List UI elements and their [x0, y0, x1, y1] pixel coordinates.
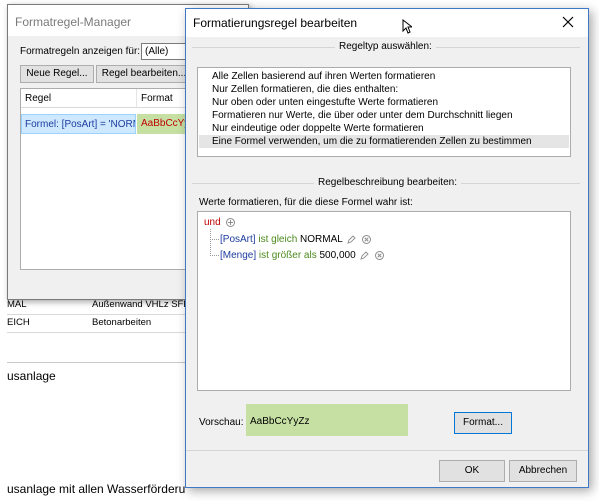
column-header-rule[interactable]: Regel	[25, 93, 51, 104]
cursor-icon	[402, 19, 412, 34]
rule-type-item[interactable]: Nur oben oder unten eingestufte Werte fo…	[199, 96, 569, 109]
edit-pencil-icon[interactable]	[360, 251, 370, 260]
row-code: EICH	[7, 317, 30, 328]
condition-row: [Menge] ist größer als 500,000	[220, 250, 385, 261]
format-button[interactable]: Format...	[454, 412, 512, 434]
condition-root-and[interactable]: und	[204, 217, 221, 228]
rule-formula: Formel: [PosArt] = 'NORM	[25, 119, 136, 130]
section-divider	[7, 362, 185, 363]
rule-type-item[interactable]: Formatieren nur Werte, die über oder unt…	[199, 109, 569, 122]
edit-pencil-icon[interactable]	[347, 235, 356, 244]
section-heading: usanlage	[7, 369, 56, 383]
condition-value[interactable]: 500,000	[320, 250, 356, 261]
rule-type-item-selected[interactable]: Eine Formel verwenden, um die zu formati…	[199, 135, 569, 148]
format-preview: AaBbCcYy	[141, 118, 190, 129]
rule-type-item[interactable]: Nur Zellen formatieren, die dies enthalt…	[199, 83, 569, 96]
dialog-title: Formatierungsregel bearbeiten	[193, 16, 358, 30]
rule-type-list: Alle Zellen basierend auf ihren Werten f…	[197, 67, 571, 157]
remove-condition-icon[interactable]	[362, 234, 372, 244]
close-icon[interactable]	[561, 15, 575, 29]
edit-rule-button[interactable]: Regel bearbeiten...	[96, 65, 192, 83]
cancel-button[interactable]: Abbrechen	[509, 460, 577, 482]
new-rule-button[interactable]: Neue Regel...	[20, 65, 94, 83]
condition-editor[interactable]: und [PosArt] ist gleich NORMAL [Menge] i…	[197, 211, 571, 391]
show-rules-value: (Alle)	[145, 46, 169, 57]
column-header-format[interactable]: Format	[141, 93, 173, 104]
edit-rule-dialog: Formatierungsregel bearbeiten Regeltyp a…	[185, 8, 589, 488]
condition-root: und	[204, 217, 236, 228]
preview-box: AaBbCcYyZz	[246, 404, 408, 436]
title-bar: Formatierungsregel bearbeiten	[186, 9, 588, 37]
table-row: EICH Betonarbeiten	[7, 314, 187, 333]
condition-row: [PosArt] ist gleich NORMAL	[220, 234, 372, 245]
ok-button[interactable]: OK	[439, 460, 505, 482]
condition-operator[interactable]: ist gleich	[258, 234, 297, 245]
preview-text: AaBbCcYyZz	[250, 416, 310, 427]
description-label: Regelbeschreibung bearbeiten:	[314, 177, 461, 188]
preview-label: Vorschau:	[199, 417, 244, 428]
column-divider	[136, 89, 137, 107]
tree-connector	[210, 239, 219, 256]
row-description: Betonarbeiten	[92, 317, 152, 328]
rule-type-item[interactable]: Alle Zellen basierend auf ihren Werten f…	[199, 70, 569, 83]
condition-operator[interactable]: ist größer als	[259, 250, 317, 261]
section-heading: usanlage mit allen Wasserförderungen ...…	[7, 482, 185, 496]
add-condition-icon[interactable]	[226, 217, 236, 227]
rule-type-item[interactable]: Nur eindeutige oder doppelte Werte forma…	[199, 122, 569, 135]
footer-divider	[186, 450, 588, 451]
rule-type-label: Regeltyp auswählen:	[335, 41, 436, 52]
show-rules-label: Formatregeln anzeigen für:	[20, 46, 141, 57]
table-row[interactable]: Formel: [PosArt] = 'NORM	[21, 114, 136, 134]
condition-field[interactable]: [PosArt]	[220, 234, 256, 245]
remove-condition-icon[interactable]	[375, 250, 385, 260]
condition-field[interactable]: [Menge]	[220, 250, 256, 261]
formula-label: Werte formatieren, für die diese Formel …	[199, 197, 413, 208]
window-title: Formatregel-Manager	[15, 15, 132, 29]
condition-value[interactable]: NORMAL	[300, 234, 342, 245]
